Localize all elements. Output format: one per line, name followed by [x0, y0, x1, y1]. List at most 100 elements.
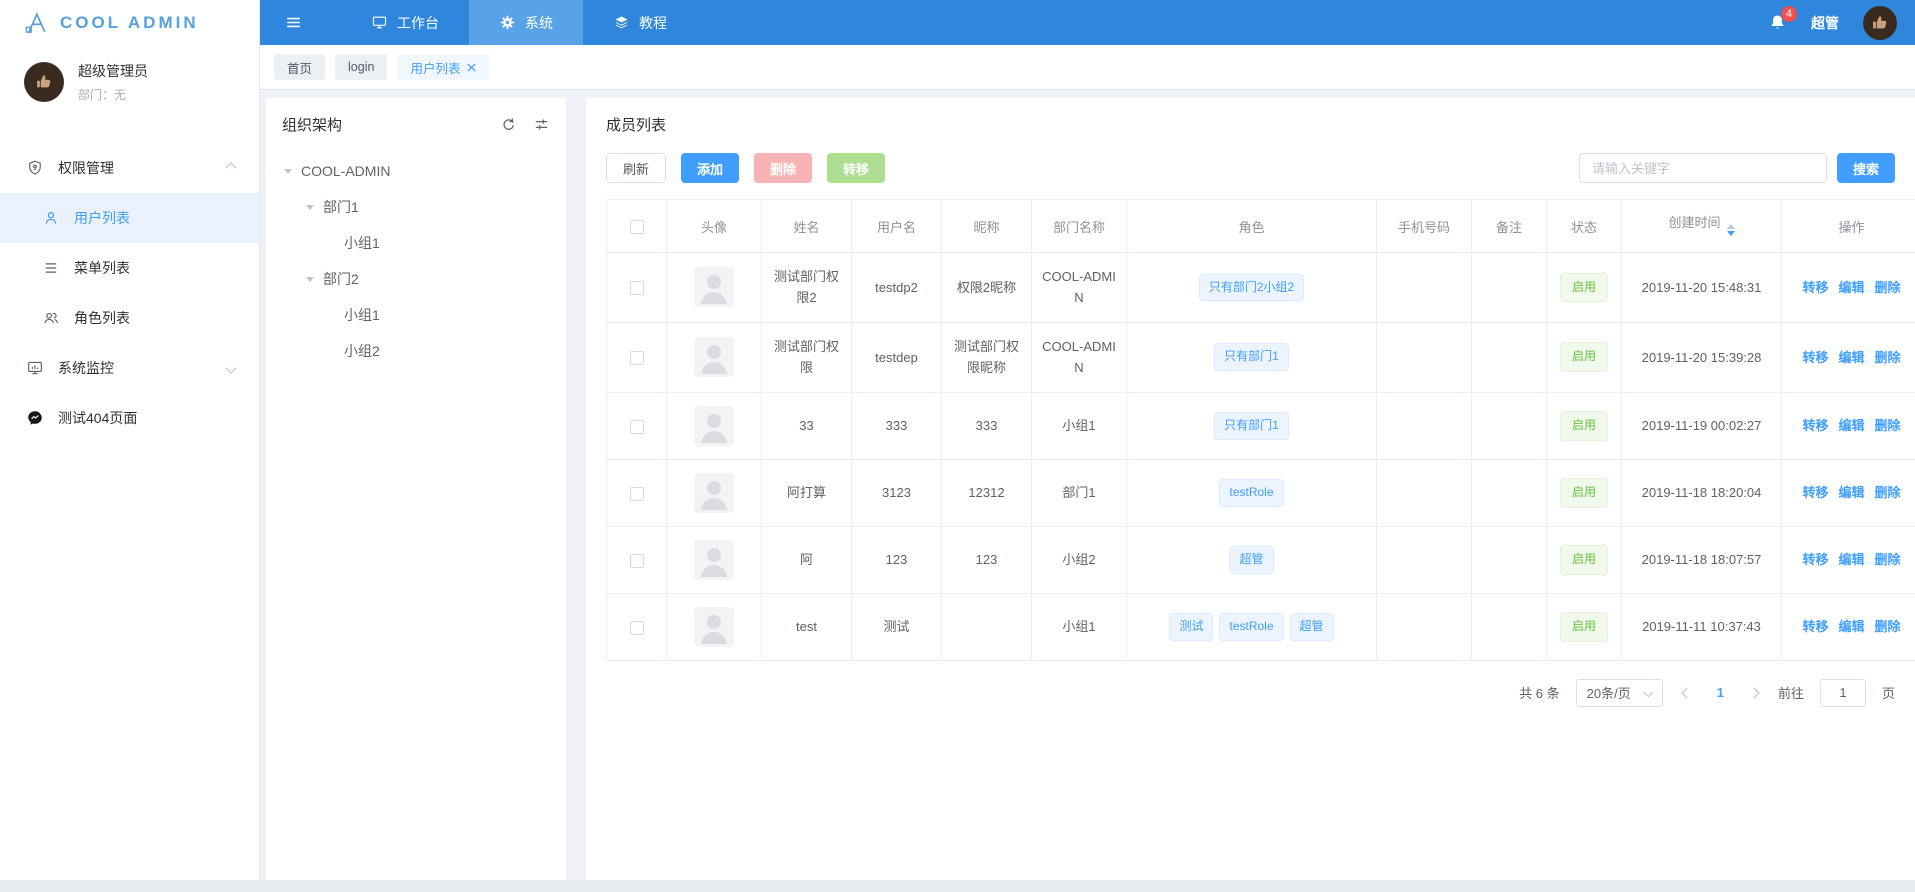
role-tag: 测试 — [1169, 612, 1214, 641]
cell-department: COOL-ADMIN — [1031, 252, 1127, 323]
tab-workbench[interactable]: 工作台 — [341, 0, 469, 45]
cell-phone — [1376, 525, 1472, 594]
sidebar-item-test-404[interactable]: 测试404页面 — [0, 393, 259, 443]
sidebar-item-permissions[interactable]: 权限管理 — [0, 143, 259, 193]
col-created: 创建时间 — [1621, 199, 1782, 253]
edit-link[interactable]: 编辑 — [1838, 552, 1864, 567]
goto-label: 前往 — [1777, 686, 1804, 702]
delete-link[interactable]: 删除 — [1875, 418, 1901, 433]
status-badge: 启用 — [1559, 544, 1608, 575]
sidebar-item-menu-list[interactable]: 菜单列表 — [0, 243, 259, 293]
tree-node-dept2[interactable]: 部门2 — [282, 261, 550, 297]
row-checkbox[interactable] — [629, 281, 644, 296]
search-button[interactable]: 搜索 — [1836, 153, 1895, 183]
transfer-link[interactable]: 转移 — [1802, 619, 1828, 634]
cell-username: testdep — [851, 321, 942, 393]
delete-link[interactable]: 删除 — [1875, 552, 1901, 567]
page-unit: 页 — [1881, 686, 1895, 702]
chevron-down-icon — [1643, 687, 1654, 698]
col-actions: 操作 — [1781, 199, 1915, 253]
search-input[interactable] — [1578, 153, 1827, 183]
sidebar-item-label: 用户列表 — [74, 210, 130, 226]
org-panel-title: 组织架构 — [282, 117, 343, 134]
tab-system[interactable]: 系统 — [469, 0, 583, 45]
tree-node-dept1[interactable]: 部门1 — [282, 189, 550, 225]
cell-roles: 超管 — [1126, 525, 1377, 594]
edit-link[interactable]: 编辑 — [1838, 350, 1864, 365]
role-tag: 只有部门1 — [1214, 411, 1289, 440]
edit-link[interactable]: 编辑 — [1838, 418, 1864, 433]
refresh-button[interactable]: 刷新 — [606, 153, 667, 183]
sidebar-item-system-monitor[interactable]: 系统监控 — [0, 343, 259, 393]
sidebar-user-name: 超级管理员 — [78, 63, 148, 79]
edit-link[interactable]: 编辑 — [1838, 280, 1864, 295]
role-tag: 超管 — [1229, 545, 1274, 574]
refresh-icon[interactable] — [500, 116, 517, 133]
goto-page-input[interactable] — [1819, 678, 1866, 707]
role-tag: testRole — [1219, 612, 1284, 641]
tag-login[interactable]: login — [335, 54, 388, 80]
col-status: 状态 — [1546, 199, 1622, 253]
tree-node-dept2-group1[interactable]: 小组1 — [282, 297, 550, 333]
notifications-button[interactable]: 4 — [1768, 6, 1797, 32]
tree-node-dept2-group2[interactable]: 小组2 — [282, 333, 550, 369]
row-checkbox[interactable] — [629, 620, 644, 635]
member-panel: 成员列表 刷新 添加 删除 转移 搜索 — [586, 98, 1915, 892]
sidebar-item-label: 菜单列表 — [74, 260, 130, 276]
col-remark: 备注 — [1471, 199, 1547, 253]
page-number[interactable]: 1 — [1711, 685, 1730, 700]
delete-link[interactable]: 删除 — [1875, 619, 1901, 634]
org-tree: COOL-ADMIN 部门1 小组1 部门2 小组1 小组2 — [282, 153, 550, 369]
table-row: 测试部门权限 testdep 测试部门权限昵称 COOL-ADMIN 只有部门1… — [606, 321, 1915, 393]
sidebar-user: 超级管理员 部门：无 — [0, 45, 259, 113]
transfer-link[interactable]: 转移 — [1802, 350, 1828, 365]
role-tag: 超管 — [1289, 612, 1334, 641]
sliders-icon[interactable] — [533, 116, 550, 133]
user-avatar[interactable] — [1863, 5, 1897, 40]
transfer-link[interactable]: 转移 — [1802, 280, 1828, 295]
add-button[interactable]: 添加 — [681, 153, 740, 183]
page-size-select[interactable]: 20条/页 — [1575, 678, 1663, 707]
cell-nickname: 123 — [941, 525, 1032, 594]
transfer-link[interactable]: 转移 — [1802, 418, 1828, 433]
next-page-button[interactable] — [1746, 687, 1762, 699]
prev-page-button[interactable] — [1679, 687, 1695, 699]
tree-node-root[interactable]: COOL-ADMIN — [282, 153, 550, 189]
delete-link[interactable]: 删除 — [1875, 350, 1901, 365]
tab-label: 工作台 — [397, 14, 439, 31]
transfer-link[interactable]: 转移 — [1802, 552, 1828, 567]
sort-icon[interactable] — [1726, 220, 1735, 240]
avatar-placeholder-icon — [694, 337, 734, 378]
cell-department: 小组1 — [1031, 391, 1127, 460]
users-icon — [44, 312, 59, 324]
select-all-checkbox[interactable] — [629, 219, 644, 234]
row-checkbox[interactable] — [629, 553, 644, 568]
user-avatar[interactable] — [24, 62, 64, 102]
sidebar-item-label: 角色列表 — [74, 310, 130, 326]
content-area: 组织架构 COOL-ADMIN 部门1 小组1 部门2 小组1 小组2 成员列表… — [260, 90, 1915, 892]
logo[interactable]: COOL ADMIN — [0, 0, 259, 45]
sidebar-item-label: 系统监控 — [58, 360, 114, 376]
close-icon[interactable] — [467, 62, 476, 72]
sidebar-menu: 权限管理 用户列表 菜单列表 角色列表 系统监控 测试404页面 — [0, 143, 259, 443]
tag-home[interactable]: 首页 — [274, 54, 326, 80]
row-checkbox[interactable] — [629, 486, 644, 501]
tag-user-list[interactable]: 用户列表 — [397, 54, 490, 80]
transfer-link[interactable]: 转移 — [1802, 485, 1828, 500]
edit-link[interactable]: 编辑 — [1838, 485, 1864, 500]
sidebar-item-role-list[interactable]: 角色列表 — [0, 293, 259, 343]
delete-link[interactable]: 删除 — [1875, 485, 1901, 500]
top-navbar: 工作台 系统 教程 4 超管 — [260, 0, 1915, 45]
transfer-button[interactable]: 转移 — [827, 153, 886, 183]
row-checkbox[interactable] — [629, 351, 644, 366]
sidebar-item-user-list[interactable]: 用户列表 — [0, 193, 259, 243]
delete-link[interactable]: 删除 — [1875, 280, 1901, 295]
monitor-chart-icon — [28, 361, 42, 375]
cell-roles: 只有部门1 — [1126, 321, 1377, 393]
hamburger-icon[interactable] — [260, 0, 323, 45]
tree-node-dept1-group1[interactable]: 小组1 — [282, 225, 550, 261]
delete-button[interactable]: 删除 — [754, 153, 813, 183]
edit-link[interactable]: 编辑 — [1838, 619, 1864, 634]
row-checkbox[interactable] — [629, 419, 644, 434]
tab-tutorial[interactable]: 教程 — [583, 0, 697, 45]
